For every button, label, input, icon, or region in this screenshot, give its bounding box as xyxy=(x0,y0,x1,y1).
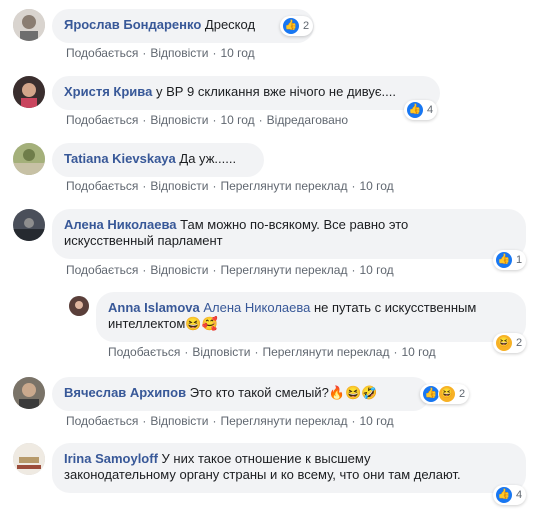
comment-text-line2: интеллектом xyxy=(108,316,186,331)
comment-text: не путать с искусственным xyxy=(314,300,477,315)
translate-button[interactable]: Переглянути переклад xyxy=(262,345,389,359)
comment-text: Дрескод xyxy=(204,17,256,32)
comment-time[interactable]: 10 год xyxy=(359,179,393,193)
comment-actions: Подобається · Відповісти · Переглянути перек… xyxy=(66,263,394,277)
reply-button[interactable]: Відповісти xyxy=(192,345,250,359)
comment-time[interactable]: 10 год xyxy=(220,113,254,127)
reaction-count: 2 xyxy=(516,337,523,349)
comment-text: Там можно по-всякому. Все равно это xyxy=(180,217,409,232)
reaction-count: 2 xyxy=(303,20,310,32)
comment-text-line2: искусственный парламент xyxy=(64,233,223,248)
avatar[interactable] xyxy=(13,76,45,108)
avatar-photo xyxy=(13,209,45,241)
like-icon: 👍 xyxy=(495,251,513,269)
like-button[interactable]: Подобається xyxy=(66,46,138,60)
comment-bubble: Irina Samoyloff У них такое отношение к … xyxy=(52,443,526,493)
reaction-summary[interactable]: 👍 2 xyxy=(280,16,314,36)
comment-author[interactable]: Ярослав Бондаренко xyxy=(64,17,201,32)
translate-button[interactable]: Переглянути переклад xyxy=(220,414,347,428)
like-button[interactable]: Подобається xyxy=(66,113,138,127)
haha-icon: 😆 xyxy=(495,334,513,352)
haha-emoji: 😆🥰 xyxy=(185,316,218,331)
avatar-photo xyxy=(13,143,45,175)
comment-text: Да уж...... xyxy=(179,151,237,166)
comment-text: У них такое отношение к высшему xyxy=(161,451,371,466)
comment-time[interactable]: 10 год xyxy=(359,263,393,277)
comment-text: у ВР 9 скликання вже нічого не дивує.... xyxy=(155,84,396,99)
comment-author[interactable]: Anna Islamova xyxy=(108,300,200,315)
comment-actions: Подобається · Відповісти · Переглянути перек… xyxy=(108,345,436,359)
translate-button[interactable]: Переглянути переклад xyxy=(220,263,347,277)
like-button[interactable]: Подобається xyxy=(66,263,138,277)
fire-emoji: 🔥😆🤣 xyxy=(328,385,378,400)
avatar[interactable] xyxy=(69,296,89,316)
reply-button[interactable]: Відповісти xyxy=(150,113,208,127)
reaction-summary[interactable]: 👍 1 xyxy=(493,250,527,270)
comment-actions: Подобається · Відповісти · 10 год · Відредагов… xyxy=(66,113,349,127)
comment-actions: Подобається · Відповісти · 10 год xyxy=(66,46,255,60)
comment-bubble: Алена Николаева Там можно по-всякому. Вс… xyxy=(52,209,526,259)
avatar[interactable] xyxy=(13,143,45,175)
comment-time[interactable]: 10 год xyxy=(401,345,435,359)
avatar-photo xyxy=(13,443,45,475)
reaction-count: 2 xyxy=(459,388,466,400)
avatar-photo xyxy=(13,9,45,41)
avatar-photo xyxy=(69,296,89,316)
comment-actions: Подобається · Відповісти · Переглянути перек… xyxy=(66,179,394,193)
comment-author[interactable]: Tatiana Kievskaya xyxy=(64,151,176,166)
reaction-count: 4 xyxy=(427,104,434,116)
comment-text-line2: законодательному органу страны и ко всем… xyxy=(64,467,461,482)
like-icon: 👍 xyxy=(495,486,513,504)
like-icon: 👍 xyxy=(282,17,300,35)
reply-button[interactable]: Відповісти xyxy=(150,46,208,60)
reaction-summary[interactable]: 👍 4 xyxy=(493,485,527,505)
avatar-photo xyxy=(13,76,45,108)
reaction-count: 1 xyxy=(516,254,523,266)
avatar[interactable] xyxy=(13,9,45,41)
comment-author[interactable]: Вячеслав Архипов xyxy=(64,385,186,400)
reply-button[interactable]: Відповісти xyxy=(150,414,208,428)
comment-bubble: Ярослав Бондаренко Дрескод xyxy=(52,9,314,43)
comment-time[interactable]: 10 год xyxy=(359,414,393,428)
like-icon: 👍 xyxy=(406,101,424,119)
comment-text: Это кто такой смелый? xyxy=(189,385,329,400)
comment-author[interactable]: Irina Samoyloff xyxy=(64,451,158,466)
avatar-photo xyxy=(13,377,45,409)
like-button[interactable]: Подобається xyxy=(66,414,138,428)
edited-label[interactable]: Відредаговано xyxy=(267,113,348,127)
comment-actions: Подобається · Відповісти · Переглянути перек… xyxy=(66,414,394,428)
comment-bubble: Вячеслав Архипов Это кто такой смелый?🔥😆… xyxy=(52,377,430,411)
like-button[interactable]: Подобається xyxy=(66,179,138,193)
translate-button[interactable]: Переглянути переклад xyxy=(220,179,347,193)
reaction-summary[interactable]: 👍 4 xyxy=(404,100,438,120)
reply-button[interactable]: Відповісти xyxy=(150,263,208,277)
comment-bubble: Христя Крива у ВР 9 скликання вже нічого… xyxy=(52,76,440,110)
like-button[interactable]: Подобається xyxy=(108,345,180,359)
reaction-count: 4 xyxy=(516,489,523,501)
comment-bubble: Anna Islamova Алена Николаева не путать … xyxy=(96,292,526,342)
reaction-summary[interactable]: 😆 2 xyxy=(493,333,527,353)
avatar[interactable] xyxy=(13,209,45,241)
reply-button[interactable]: Відповісти xyxy=(150,179,208,193)
haha-icon: 😆 xyxy=(438,385,456,403)
comment-time[interactable]: 10 год xyxy=(220,46,254,60)
reaction-summary[interactable]: 👍 😆 2 xyxy=(420,384,470,404)
avatar[interactable] xyxy=(13,443,45,475)
comment-author[interactable]: Алена Николаева xyxy=(64,217,177,232)
avatar[interactable] xyxy=(13,377,45,409)
mention-link[interactable]: Алена Николаева xyxy=(203,300,310,315)
comment-bubble: Tatiana Kievskaya Да уж...... xyxy=(52,143,264,177)
comment-author[interactable]: Христя Крива xyxy=(64,84,152,99)
